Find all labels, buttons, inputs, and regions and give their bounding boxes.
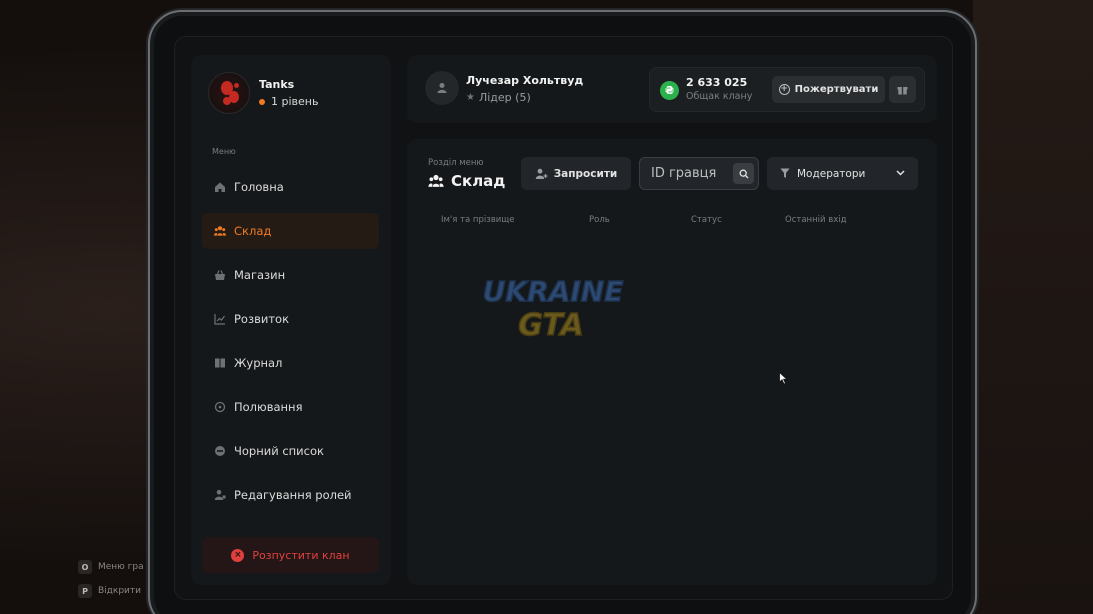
disband-clan-button[interactable]: × Розпустити клан — [202, 537, 379, 573]
watermark-line-2: GTA — [518, 308, 583, 343]
gift-button[interactable] — [889, 76, 916, 103]
close-icon: × — [231, 548, 245, 562]
star-icon: ★ — [466, 92, 475, 103]
watermark-line-1: UKRAINE — [483, 275, 624, 308]
search-button[interactable] — [733, 163, 754, 184]
donate-label: Пожертвувати — [794, 84, 879, 95]
player-id-search — [639, 157, 759, 190]
column-header-status: Статус — [691, 215, 722, 225]
sidebar-item-label: Полювання — [234, 400, 303, 414]
mouse-cursor-icon — [779, 372, 788, 385]
wallet-caption: Общак клану — [686, 91, 753, 102]
users-icon — [428, 174, 444, 187]
main-panel: Розділ меню Склад Запросити Модератори — [407, 139, 937, 585]
search-input[interactable] — [640, 158, 728, 189]
page-title-text: Склад — [451, 172, 506, 190]
sidebar-item-label: Журнал — [234, 356, 283, 370]
donate-button[interactable]: + Пожертвувати — [772, 76, 885, 103]
users-icon — [214, 225, 226, 237]
sidebar-item-label: Розвиток — [234, 312, 290, 326]
user-edit-icon — [214, 489, 226, 501]
sidebar-item-development[interactable]: Розвиток — [202, 301, 379, 337]
column-header-name: Ім'я та прізвище — [441, 215, 515, 225]
clan-profile: Tanks 1 рівень — [208, 72, 318, 114]
currency-icon: ₴ — [660, 81, 679, 100]
hint-label: Відкрити — [98, 586, 141, 596]
sidebar-item-label: Редагування ролей — [234, 488, 352, 502]
column-header-role: Роль — [589, 215, 610, 225]
chevron-down-icon — [896, 170, 905, 176]
clan-wallet: ₴ 2 633 025 Общак клану + Пожертвувати — [649, 67, 925, 112]
ukraine-gta-watermark-logo: UKRAINE GTA — [482, 274, 624, 344]
wallet-amount: 2 633 025 — [686, 76, 748, 89]
sidebar-item-storage[interactable]: Склад — [202, 213, 379, 249]
clan-level-text: 1 рівень — [271, 95, 319, 108]
sidebar-item-hunting[interactable]: Полювання — [202, 389, 379, 425]
clan-name: Tanks — [259, 78, 295, 91]
clan-level: 1 рівень — [259, 95, 318, 108]
leader-role-text: Лідер (5) — [478, 91, 531, 104]
basket-icon — [214, 269, 226, 281]
clan-avatar — [208, 72, 250, 114]
user-add-icon — [535, 168, 548, 179]
sidebar-item-blacklist[interactable]: Чорний список — [202, 433, 379, 469]
tablet-screen: Tanks 1 рівень Меню Головна Склад Магази… — [174, 36, 953, 600]
sidebar-item-shop[interactable]: Магазин — [202, 257, 379, 293]
sidebar-item-label: Чорний список — [234, 444, 324, 458]
invite-button[interactable]: Запросити — [521, 157, 631, 190]
background-wall — [973, 0, 1093, 614]
column-header-last-login: Останній вхід — [785, 215, 847, 225]
plus-icon: + — [778, 84, 790, 95]
disband-label: Розпустити клан — [252, 548, 350, 562]
leader-avatar — [425, 71, 459, 105]
sidebar: Tanks 1 рівень Меню Головна Склад Магази… — [191, 55, 391, 585]
sidebar-item-label: Склад — [234, 224, 272, 238]
gift-icon — [897, 87, 908, 95]
hint-label: Меню гра — [98, 562, 144, 572]
block-icon — [214, 445, 226, 457]
invite-label: Запросити — [553, 167, 618, 180]
sidebar-item-journal[interactable]: Журнал — [202, 345, 379, 381]
hint-key: P — [78, 584, 92, 598]
hint-key: O — [78, 560, 92, 574]
chart-icon — [214, 313, 226, 325]
leader-role: ★ Лідер (5) — [466, 91, 531, 104]
leader-name: Лучезар Хольтвуд — [466, 74, 584, 87]
user-icon — [437, 83, 447, 93]
hint-open: P Відкрити — [78, 584, 141, 598]
sidebar-item-label: Магазин — [234, 268, 286, 282]
page-title: Склад — [428, 172, 505, 190]
sidebar-item-label: Головна — [234, 180, 284, 194]
filter-selected: Модератори — [797, 167, 866, 180]
menu-caption: Меню — [212, 147, 236, 156]
sidebar-item-roles[interactable]: Редагування ролей — [202, 477, 379, 513]
header: Лучезар Хольтвуд ★ Лідер (5) ₴ 2 633 025… — [407, 55, 937, 123]
search-icon — [739, 169, 748, 178]
filter-icon — [780, 168, 790, 178]
home-icon — [214, 181, 226, 193]
role-filter-select[interactable]: Модератори — [767, 157, 918, 190]
section-caption: Розділ меню — [428, 158, 484, 168]
sidebar-item-home[interactable]: Головна — [202, 169, 379, 205]
level-dot-icon — [259, 98, 265, 105]
book-icon — [214, 357, 226, 369]
tablet-frame: Tanks 1 рівень Меню Головна Склад Магази… — [148, 10, 977, 614]
hint-menu: O Меню гра — [78, 560, 144, 574]
crosshair-icon — [214, 401, 226, 413]
